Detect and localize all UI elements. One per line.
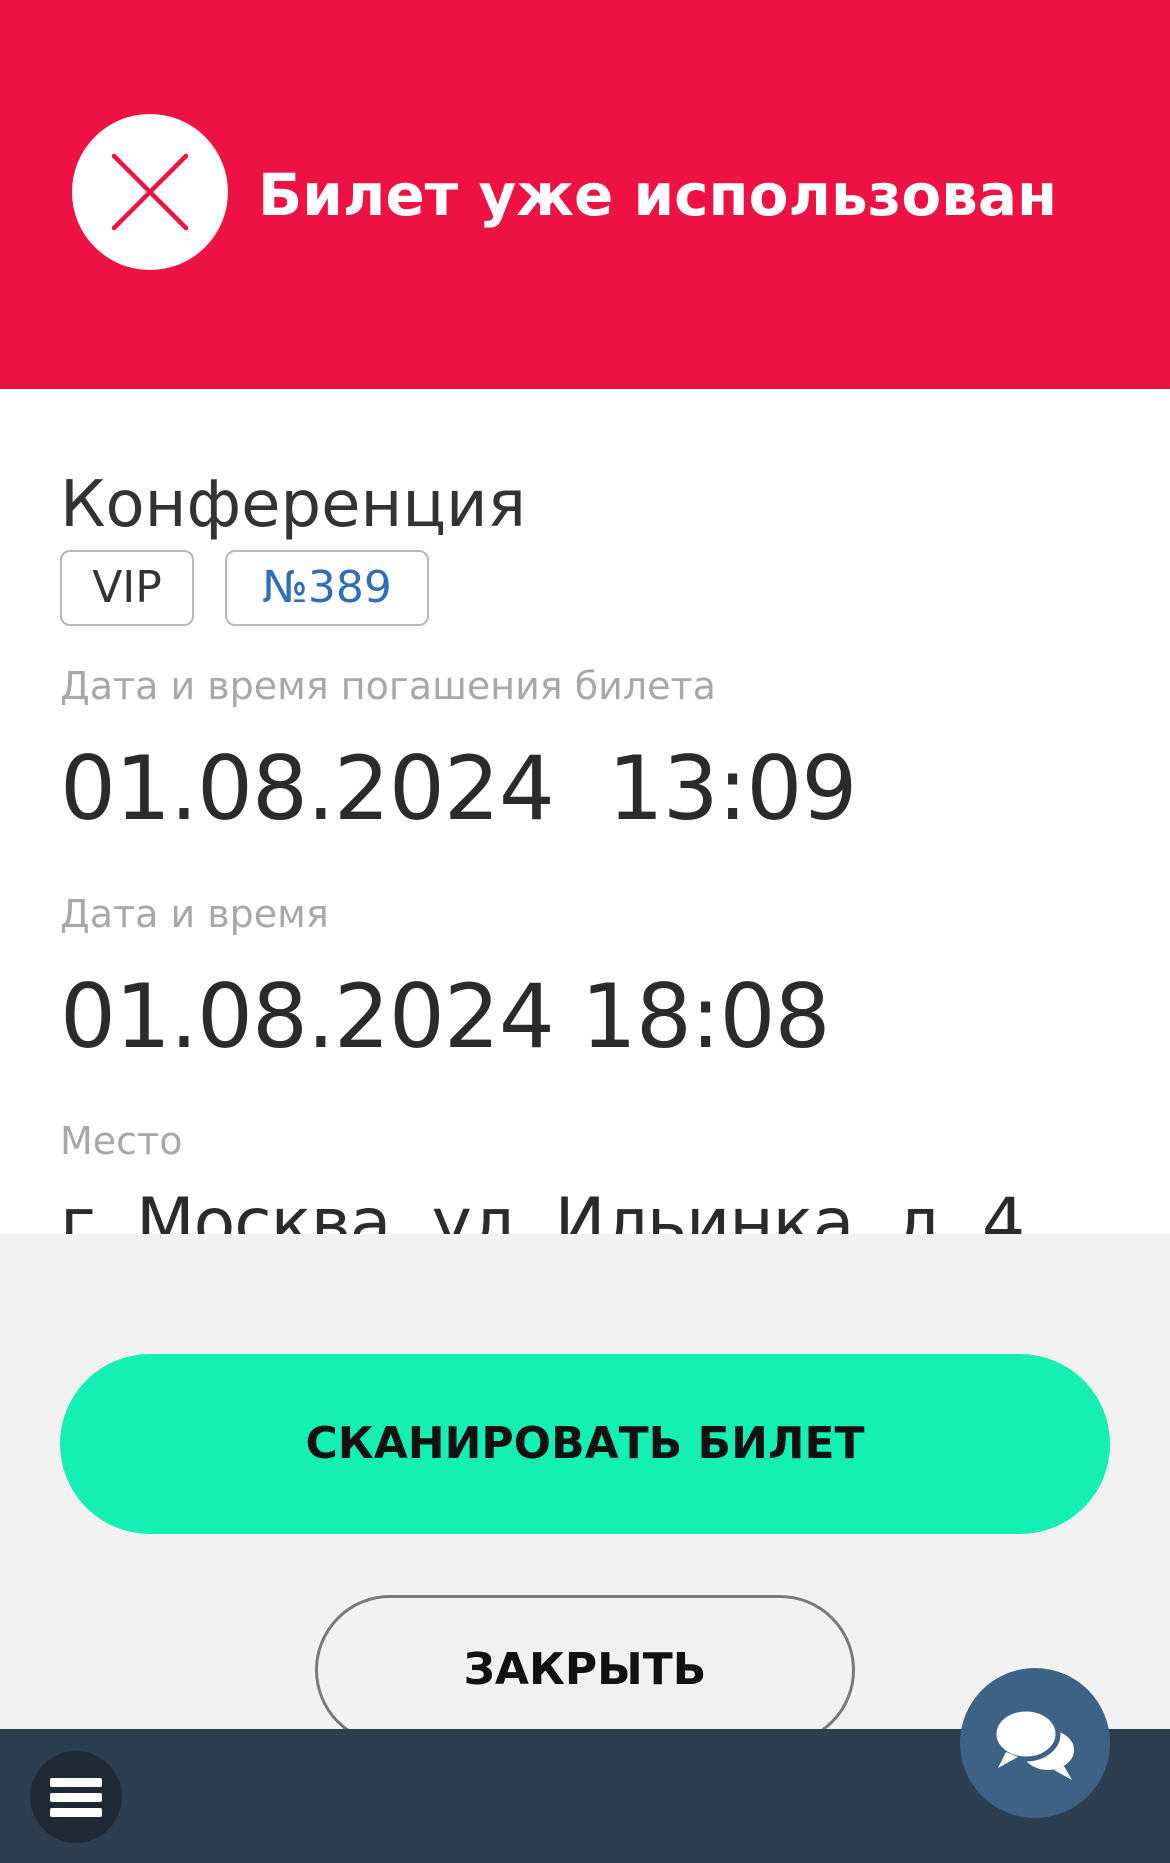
redeemed-datetime-value: 01.08.2024 13:09	[60, 737, 857, 840]
chat-button[interactable]	[960, 1668, 1110, 1818]
hamburger-menu-icon[interactable]	[30, 1751, 122, 1843]
event-datetime-label: Дата и время	[60, 892, 329, 936]
status-title: Билет уже использован	[258, 161, 1058, 229]
place-value: г. Москва, ул. Ильинка, д. 4	[60, 1184, 1025, 1234]
close-x-icon	[72, 114, 228, 270]
category-tag: VIP	[60, 550, 194, 626]
event-datetime-value: 01.08.2024 18:08	[60, 965, 830, 1068]
menu-bar-line	[50, 1808, 102, 1817]
redeemed-datetime-label: Дата и время погашения билета	[60, 664, 716, 708]
close-button[interactable]: ЗАКРЫТЬ	[315, 1595, 855, 1745]
chat-bubbles-icon	[991, 1706, 1078, 1780]
ticket-details: Конференция VIP №389 Дата и время погаше…	[0, 389, 1170, 1234]
ticket-number-tag: №389	[225, 550, 429, 626]
action-panel: СКАНИРОВАТЬ БИЛЕТ ЗАКРЫТЬ	[0, 1234, 1170, 1745]
event-name: Конференция	[60, 468, 527, 542]
status-header: Билет уже использован	[0, 0, 1170, 389]
menu-bar-line	[50, 1778, 102, 1787]
menu-bar-line	[50, 1793, 102, 1802]
place-label: Место	[60, 1119, 183, 1163]
ticket-check-screen: Билет уже использован Конференция VIP №3…	[0, 0, 1170, 1863]
scan-ticket-button[interactable]: СКАНИРОВАТЬ БИЛЕТ	[60, 1354, 1110, 1534]
